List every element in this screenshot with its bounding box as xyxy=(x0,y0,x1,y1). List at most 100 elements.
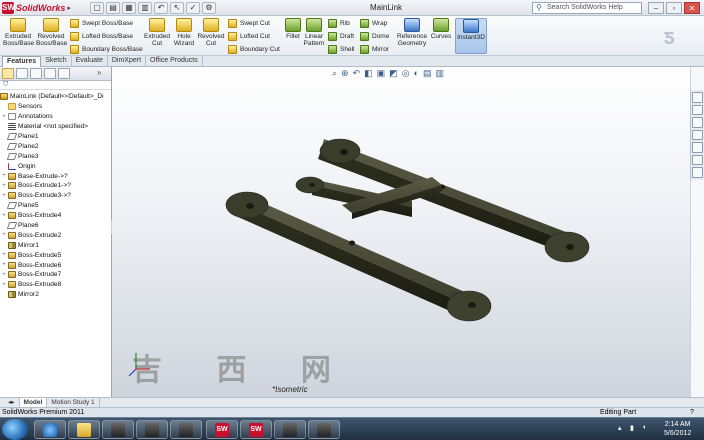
taskbar-app-button-3[interactable] xyxy=(170,420,202,439)
curves-button[interactable]: Curves xyxy=(430,18,452,54)
tree-item[interactable]: + Boss-Extrude6 xyxy=(0,260,111,270)
tab-motion-study[interactable]: Motion Study 1 xyxy=(47,398,100,407)
display-manager-tab-icon[interactable] xyxy=(58,68,70,79)
revolved-cut-button[interactable]: Revolved Cut xyxy=(197,18,225,54)
feature-manager-tab-icon[interactable] xyxy=(2,68,14,79)
open-folder-icon[interactable]: ▤ xyxy=(106,2,120,14)
save-icon[interactable]: ▦ xyxy=(122,2,136,14)
lofted-cut-button[interactable]: Lofted Cut xyxy=(228,30,280,42)
solidworks-logo[interactable]: SW SolidWorks ▸ xyxy=(2,1,71,15)
graphics-area[interactable]: ⌕ ⊕ ↶ ◧ ▣ ◩ ◎ ◐ ▤ ▥ *Isometric 吉 西 网 xyxy=(112,67,690,407)
shell-button[interactable]: Shell xyxy=(328,43,354,55)
filter-icon[interactable]: ⛉ xyxy=(0,81,111,90)
tree-item[interactable]: Plane6 xyxy=(0,221,111,231)
volume-icon[interactable]: ◖ xyxy=(642,424,646,431)
tree-item[interactable]: + Boss-Extrude4 xyxy=(0,211,111,221)
property-manager-tab-icon[interactable] xyxy=(16,68,28,79)
appearances-icon[interactable] xyxy=(692,154,703,166)
expand-icon[interactable]: + xyxy=(0,232,8,238)
extruded-cut-button[interactable]: Extruded Cut xyxy=(143,18,171,54)
close-button[interactable]: ✕ xyxy=(684,2,700,14)
rebuild-icon[interactable]: ✓ xyxy=(186,2,200,14)
reference-geometry-button[interactable]: Reference Geometry xyxy=(397,18,427,54)
maximize-button[interactable]: ▫ xyxy=(666,2,682,14)
tree-root[interactable]: MainLink (Default<<Default>_Di xyxy=(0,92,111,102)
linear-pattern-button[interactable]: Linear Pattern xyxy=(303,18,325,54)
swept-cut-button[interactable]: Swept Cut xyxy=(228,17,280,29)
tree-item[interactable]: + Annotations xyxy=(0,112,111,122)
tree-item[interactable]: + Base-Extrude->? xyxy=(0,171,111,181)
expand-icon[interactable]: + xyxy=(0,114,8,120)
expand-icon[interactable]: + xyxy=(0,173,8,179)
expand-icon[interactable]: + xyxy=(0,282,8,288)
network-icon[interactable]: ▮ xyxy=(630,424,634,432)
tree-item[interactable]: + Boss-Extrude8 xyxy=(0,280,111,290)
taskbar-solidworks-button-2[interactable]: SW xyxy=(240,420,272,439)
print-icon[interactable]: ▥ xyxy=(138,2,152,14)
swept-boss-button[interactable]: Swept Boss/Base xyxy=(70,17,143,29)
instant3d-button[interactable]: Instant3D xyxy=(455,18,487,54)
tree-item[interactable]: Plane5 xyxy=(0,201,111,211)
expand-icon[interactable]: + xyxy=(0,213,8,219)
boundary-boss-button[interactable]: Boundary Boss/Base xyxy=(70,43,143,55)
taskbar-app-button-1[interactable] xyxy=(102,420,134,439)
tab-evaluate[interactable]: Evaluate xyxy=(72,56,108,67)
tree-item[interactable]: Mirror1 xyxy=(0,240,111,250)
hole-wizard-button[interactable]: Hole Wizard xyxy=(172,18,196,54)
tree-item[interactable]: + Boss-Extrude7 xyxy=(0,270,111,280)
undo-icon[interactable]: ↶ xyxy=(154,2,168,14)
tree-item[interactable]: + Boss-Extrude3->? xyxy=(0,191,111,201)
expand-icon[interactable]: + xyxy=(0,183,8,189)
draft-button[interactable]: Draft xyxy=(328,30,354,42)
configuration-manager-tab-icon[interactable] xyxy=(30,68,42,79)
chevron-right-icon[interactable]: » xyxy=(97,68,109,79)
mirror-button[interactable]: Mirror xyxy=(360,43,389,55)
view-palette-icon[interactable] xyxy=(692,142,703,153)
tree-item[interactable]: + Boss-Extrude1->? xyxy=(0,181,111,191)
boundary-cut-button[interactable]: Boundary Cut xyxy=(228,43,280,55)
taskbar-app-button-2[interactable] xyxy=(136,420,168,439)
rib-button[interactable]: Rib xyxy=(328,17,354,29)
tree-item[interactable]: + Boss-Extrude5 xyxy=(0,250,111,260)
expand-icon[interactable]: + xyxy=(0,193,8,199)
expand-icon[interactable]: + xyxy=(0,262,8,268)
tree-item[interactable]: Plane3 xyxy=(0,151,111,161)
taskbar-solidworks-button-1[interactable]: SW xyxy=(206,420,238,439)
fillet-button[interactable]: Fillet xyxy=(284,18,302,54)
taskbar-app-button-5[interactable] xyxy=(308,420,340,439)
design-library-icon[interactable] xyxy=(692,104,703,116)
tree-item[interactable]: Plane1 xyxy=(0,132,111,142)
tree-item[interactable]: Mirror2 xyxy=(0,290,111,300)
new-document-icon[interactable]: ▢ xyxy=(90,2,104,14)
tree-item[interactable]: Origin xyxy=(0,161,111,171)
tab-office-products[interactable]: Office Products xyxy=(146,56,203,67)
wrap-button[interactable]: Wrap xyxy=(360,17,389,29)
tab-sketch[interactable]: Sketch xyxy=(41,56,72,67)
tray-up-arrow-icon[interactable]: ▴ xyxy=(618,424,622,432)
tab-model[interactable]: Model xyxy=(19,398,48,407)
tree-item[interactable]: Material <not specified> xyxy=(0,122,111,132)
start-button[interactable] xyxy=(2,419,28,440)
select-icon[interactable]: ↖ xyxy=(170,2,184,14)
solidworks-resources-icon[interactable] xyxy=(692,92,703,103)
options-icon[interactable]: ⚙ xyxy=(202,2,216,14)
taskbar-explorer-button[interactable] xyxy=(68,420,100,439)
lofted-boss-button[interactable]: Lofted Boss/Base xyxy=(70,30,143,42)
tab-nav-arrows[interactable]: ◂▸ xyxy=(4,398,20,407)
search-icon[interactable] xyxy=(692,129,703,141)
revolved-boss-button[interactable]: Revolved Boss/Base xyxy=(36,18,67,54)
taskbar-ie-button[interactable] xyxy=(34,420,66,439)
help-icon[interactable]: ? xyxy=(690,408,694,417)
tab-dimxpert[interactable]: DimXpert xyxy=(108,56,147,67)
tree-item[interactable]: Sensors xyxy=(0,102,111,112)
tree-item[interactable]: Plane2 xyxy=(0,141,111,151)
expand-icon[interactable]: + xyxy=(0,252,8,258)
minimize-button[interactable]: – xyxy=(648,2,664,14)
dimxpert-manager-tab-icon[interactable] xyxy=(44,68,56,79)
dome-button[interactable]: Dome xyxy=(360,30,389,42)
tree-item[interactable]: + Boss-Extrude2 xyxy=(0,230,111,240)
taskbar-app-button-4[interactable] xyxy=(274,420,306,439)
clock[interactable]: 2:14 AM 5/6/2012 xyxy=(664,420,691,438)
custom-properties-icon[interactable] xyxy=(692,167,703,179)
expand-icon[interactable]: + xyxy=(0,272,8,278)
